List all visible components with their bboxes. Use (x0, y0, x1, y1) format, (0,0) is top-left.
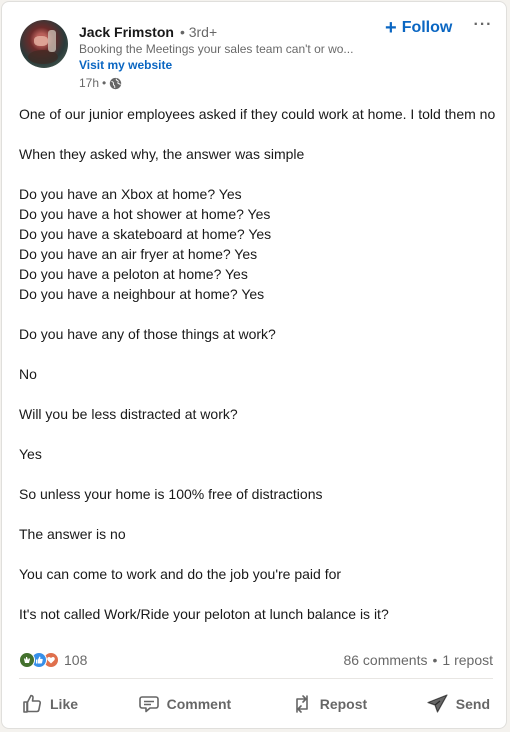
like-label: Like (50, 696, 79, 712)
post-time: 17h (79, 76, 100, 90)
post-line: Do you have a skateboard at home? Yes (19, 226, 272, 242)
visit-website-link[interactable]: Visit my website (79, 58, 172, 72)
post-actions-bar: Like Comment Repost Send (10, 684, 500, 724)
repost-icon (295, 695, 308, 713)
author-name-row: Jack Frimston • 3rd+ (79, 23, 217, 41)
author-name[interactable]: Jack Frimston (79, 24, 174, 40)
connection-degree: • 3rd+ (179, 24, 218, 40)
post-line: You can come to work and do the job you'… (19, 566, 342, 582)
clap-icon (19, 652, 35, 668)
repost-label: Repost (319, 696, 368, 712)
post-text: One of our junior employees asked if the… (19, 104, 497, 624)
feed-post-card: Jack Frimston • 3rd+ Booking the Meeting… (1, 1, 507, 729)
follow-label: Follow (401, 19, 453, 36)
comments-count[interactable]: 86 comments (343, 652, 427, 668)
author-headline: Booking the Meetings your sales team can… (79, 42, 354, 56)
meta-separator: • (102, 76, 107, 90)
stats-separator: • (432, 652, 438, 668)
post-meta: 17h • (79, 76, 122, 90)
comment-icon (138, 696, 159, 713)
post-line: When they asked why, the answer was simp… (19, 146, 305, 162)
globe-icon (109, 77, 122, 90)
post-line: Do you have a neighbour at home? Yes (19, 286, 265, 302)
send-icon (427, 694, 448, 713)
thumbs-up-icon (23, 694, 42, 713)
actions-divider (19, 678, 493, 679)
comment-button[interactable]: Comment (127, 684, 242, 724)
post-line: So unless your home is 100% free of dist… (19, 486, 323, 502)
post-line: Yes (19, 446, 42, 462)
send-button[interactable]: Send (416, 684, 500, 724)
post-line: Do you have any of those things at work? (19, 326, 276, 342)
reposts-count[interactable]: 1 repost (442, 652, 493, 668)
post-line: It's not called Work/Ride your peloton a… (19, 606, 389, 622)
follow-button[interactable]: + Follow (385, 17, 452, 39)
plus-icon: + (385, 17, 397, 39)
author-avatar[interactable] (20, 20, 68, 68)
post-line: Will you be less distracted at work? (19, 406, 238, 422)
post-line: One of our junior employees asked if the… (19, 106, 496, 122)
more-options-icon[interactable]: ··· (472, 14, 494, 36)
post-line: Do you have a hot shower at home? Yes (19, 206, 271, 222)
send-label: Send (455, 696, 490, 712)
social-counts: 108 86 comments • 1 repost (19, 650, 493, 670)
comment-label: Comment (166, 696, 232, 712)
post-line: Do you have a peloton at home? Yes (19, 266, 248, 282)
reactions-count: 108 (64, 652, 88, 668)
post-line: No (19, 366, 37, 382)
post-line: The answer is no (19, 526, 126, 542)
repost-button[interactable]: Repost (280, 684, 377, 724)
engagement-stats: 86 comments • 1 repost (343, 652, 493, 668)
post-line: Do you have an Xbox at home? Yes (19, 186, 242, 202)
post-line: Do you have an air fryer at home? Yes (19, 246, 258, 262)
like-button[interactable]: Like (10, 684, 88, 724)
reactions-summary[interactable]: 108 (19, 652, 87, 668)
